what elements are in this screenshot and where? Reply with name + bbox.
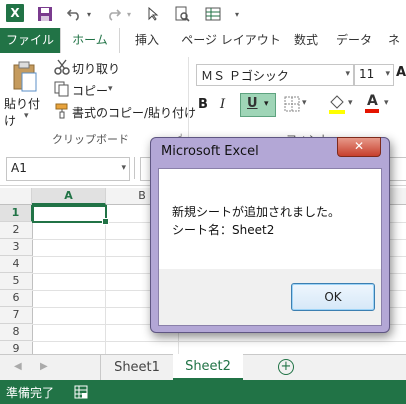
- chevron-down-icon[interactable]: ▾: [348, 98, 353, 108]
- font-name-value: ＭＳ Ｐゴシック: [201, 69, 289, 83]
- form-icon[interactable]: [204, 5, 222, 23]
- copy-icon: [54, 81, 70, 97]
- fill-handle[interactable]: [102, 218, 109, 225]
- customize-qat-icon[interactable]: ▾: [232, 5, 242, 23]
- chevron-down-icon[interactable]: ▾: [302, 98, 307, 108]
- chevron-down-icon[interactable]: ▾: [121, 163, 126, 173]
- quick-access-toolbar: X ▾ ▾ ▾: [0, 0, 406, 28]
- scroll-left-icon[interactable]: ◀: [14, 361, 22, 372]
- ribbon-tabs: ファイル ホーム 挿入 ページ レイアウト 数式 データ ネ: [0, 28, 406, 54]
- dialog-message-line2: シート名：Sheet2: [172, 223, 275, 237]
- font-size-value: 11: [359, 67, 375, 81]
- row-header-1[interactable]: 1: [0, 205, 33, 222]
- clipboard-group-label: クリップボード: [52, 133, 129, 146]
- group-divider: [188, 57, 189, 147]
- sheet-tab-bar: ◀ ▶ Sheet1 Sheet2 +: [0, 354, 406, 381]
- dialog-title: Microsoft Excel: [161, 144, 259, 159]
- copy-button[interactable]: コピー: [72, 82, 108, 99]
- row-header-4[interactable]: 4: [0, 256, 33, 273]
- redo-dropdown-icon[interactable]: ▾: [124, 5, 134, 23]
- paste-dropdown-icon[interactable]: ▾: [24, 111, 29, 121]
- macro-record-icon[interactable]: [74, 385, 88, 399]
- column-header-a[interactable]: A: [32, 188, 106, 205]
- font-name-select[interactable]: ＭＳ Ｐゴシック ▾: [196, 64, 354, 86]
- active-cell-a1[interactable]: [32, 205, 107, 223]
- grid-line: [32, 341, 406, 342]
- add-sheet-button[interactable]: +: [278, 359, 294, 375]
- message-dialog: Microsoft Excel ✕ 新規シートが追加されました。 シート名：Sh…: [150, 137, 390, 333]
- dialog-message-line1: 新規シートが追加されました。: [172, 205, 341, 219]
- font-color-swatch: [365, 109, 379, 113]
- name-box[interactable]: A1 ▾: [6, 157, 130, 181]
- status-text: 準備完了: [6, 386, 55, 400]
- bold-button[interactable]: B: [198, 97, 214, 112]
- ok-button[interactable]: OK: [291, 283, 375, 311]
- tab-review[interactable]: ネ: [382, 28, 406, 53]
- pointer-icon[interactable]: [146, 5, 160, 23]
- name-box-value: A1: [11, 161, 27, 175]
- tab-file[interactable]: ファイル: [0, 28, 60, 53]
- close-icon: ✕: [353, 139, 365, 153]
- row-header-9[interactable]: 9: [0, 341, 33, 355]
- select-all-corner[interactable]: [0, 188, 32, 205]
- copy-dropdown-icon[interactable]: ▾: [108, 84, 113, 94]
- row-header-5[interactable]: 5: [0, 273, 33, 290]
- chevron-down-icon[interactable]: ▾: [345, 69, 350, 79]
- excel-logo-icon: X: [6, 4, 24, 22]
- underline-button[interactable]: U ▾: [240, 93, 276, 117]
- font-color-label: A: [367, 93, 378, 109]
- status-bar: 準備完了: [0, 380, 406, 404]
- undo-icon[interactable]: [66, 5, 82, 23]
- format-painter-button[interactable]: 書式のコピー/貼り付け: [72, 104, 196, 121]
- tab-insert[interactable]: 挿入: [124, 28, 170, 53]
- redo-icon[interactable]: [106, 5, 122, 23]
- tab-data[interactable]: データ: [334, 28, 374, 53]
- row-header-7[interactable]: 7: [0, 307, 33, 324]
- dialog-button-row: OK: [159, 269, 381, 325]
- row-header-6[interactable]: 6: [0, 290, 33, 307]
- row-header-8[interactable]: 8: [0, 324, 33, 341]
- row-header-2[interactable]: 2: [0, 222, 33, 239]
- scroll-right-icon[interactable]: ▶: [40, 361, 48, 372]
- cut-button[interactable]: 切り取り: [72, 60, 120, 77]
- chevron-down-icon[interactable]: ▾: [384, 98, 389, 108]
- font-color-icon[interactable]: A: [364, 93, 380, 113]
- row-header-3[interactable]: 3: [0, 239, 33, 256]
- formula-divider: [134, 157, 135, 179]
- tab-home[interactable]: ホーム: [60, 28, 120, 54]
- dialog-content: 新規シートが追加されました。 シート名：Sheet2 OK: [158, 168, 382, 326]
- underline-label: U: [247, 96, 258, 111]
- undo-dropdown-icon[interactable]: ▾: [84, 5, 94, 23]
- grow-font-icon[interactable]: A: [396, 65, 406, 80]
- save-icon[interactable]: [36, 5, 54, 23]
- italic-button[interactable]: I: [220, 97, 234, 112]
- close-button[interactable]: ✕: [337, 137, 381, 157]
- chevron-down-icon[interactable]: ▾: [385, 69, 390, 79]
- grid-line: [105, 205, 106, 354]
- sheet-tab-sheet2[interactable]: Sheet2: [173, 354, 243, 381]
- fill-color-icon[interactable]: [328, 94, 346, 114]
- borders-icon[interactable]: [284, 96, 300, 112]
- sheet-tab-sheet1[interactable]: Sheet1: [100, 355, 174, 380]
- format-painter-icon: [54, 103, 70, 119]
- chevron-down-icon[interactable]: ▾: [264, 99, 269, 109]
- cut-icon: [54, 59, 70, 75]
- font-size-select[interactable]: 11 ▾: [354, 64, 394, 86]
- tab-page-layout[interactable]: ページ レイアウト: [176, 28, 286, 53]
- paste-icon[interactable]: [10, 61, 40, 93]
- tab-formulas[interactable]: 数式: [286, 28, 326, 53]
- print-preview-icon[interactable]: [174, 5, 190, 23]
